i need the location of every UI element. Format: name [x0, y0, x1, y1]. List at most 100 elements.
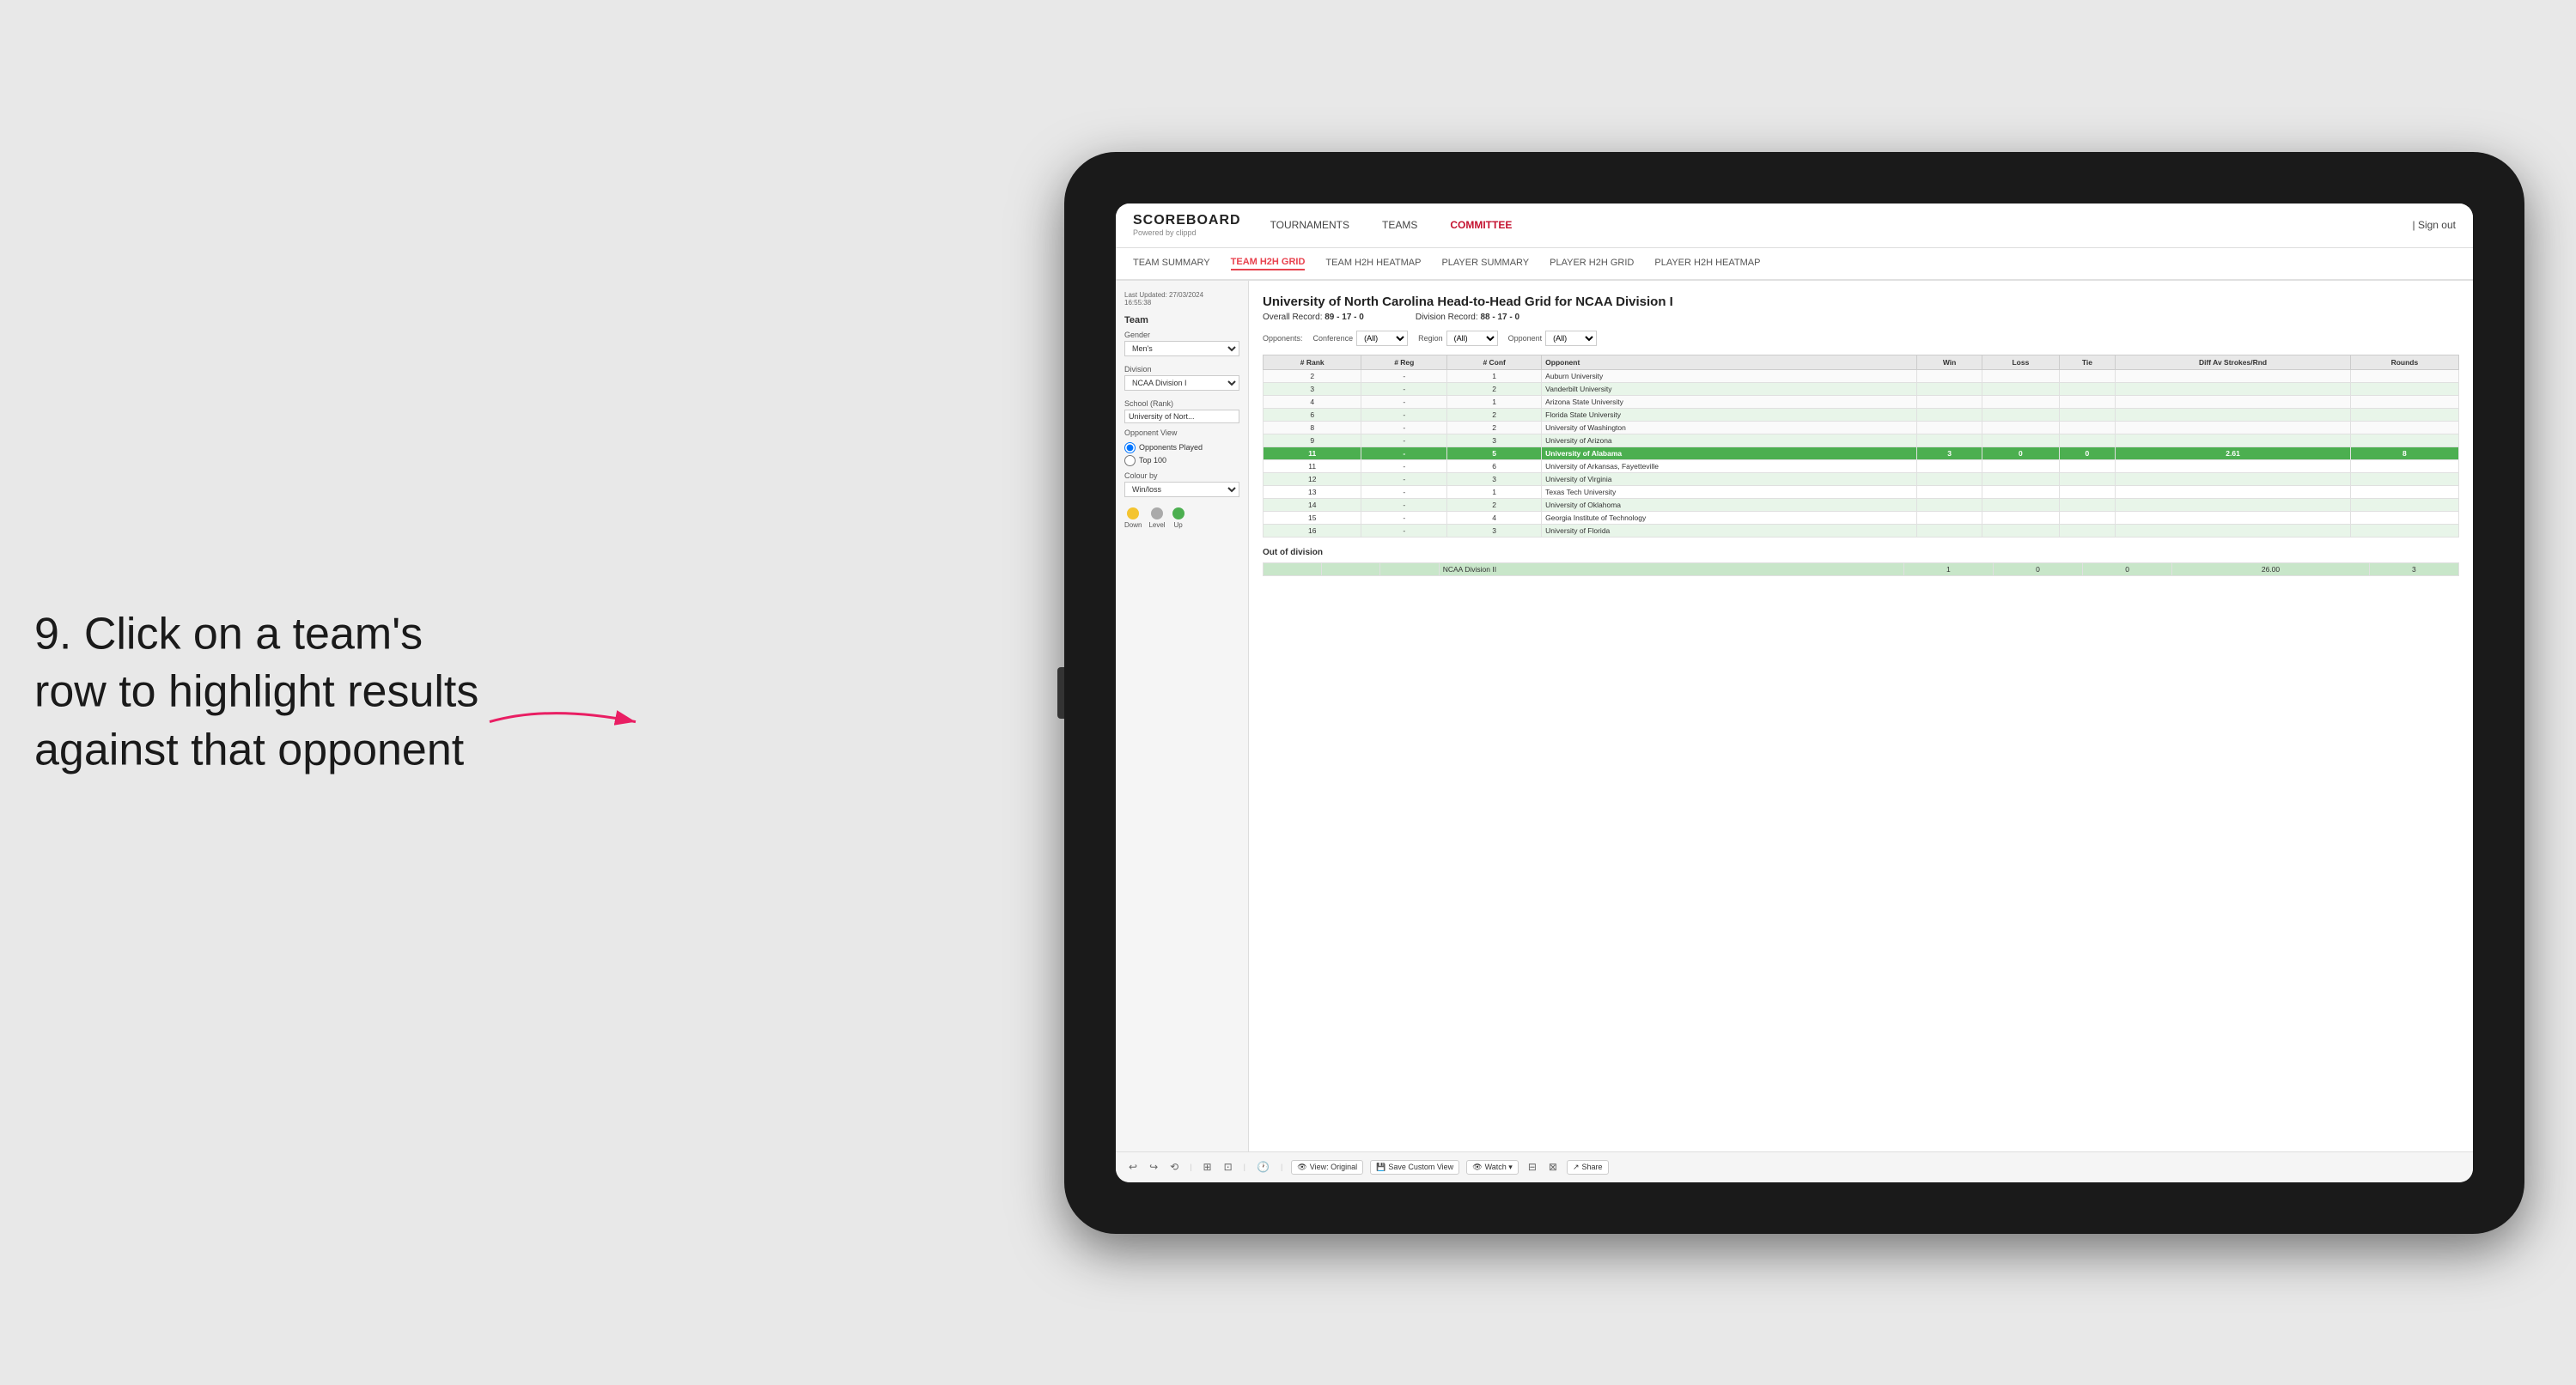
toolbar-clock[interactable]: 🕐	[1254, 1159, 1272, 1175]
toolbar-copy[interactable]: ⊡	[1221, 1159, 1235, 1175]
sub-nav-team-h2h-grid[interactable]: TEAM H2H GRID	[1231, 257, 1306, 270]
sign-out-link[interactable]: | Sign out	[2413, 219, 2457, 231]
toolbar-redo[interactable]: ↪	[1147, 1159, 1160, 1175]
col-conf: # Conf	[1447, 355, 1542, 369]
table-row[interactable]: 13-1Texas Tech University	[1264, 485, 2459, 498]
sidebar-radio-top100[interactable]: Top 100	[1124, 455, 1239, 466]
table-cell-2: 1	[1447, 485, 1542, 498]
table-cell-8: 8	[2350, 446, 2458, 459]
table-cell-3: University of Alabama	[1542, 446, 1917, 459]
table-cell-4	[1917, 498, 1982, 511]
main-content: Last Updated: 27/03/2024 16:55:38 Team G…	[1116, 281, 2473, 1151]
region-filter: Region (All)	[1418, 331, 1498, 346]
table-cell-3: University of Florida	[1542, 524, 1917, 537]
out-div-loss: 0	[1993, 562, 2082, 575]
table-row[interactable]: 15-4Georgia Institute of Technology	[1264, 511, 2459, 524]
sub-nav-player-h2h-grid[interactable]: PLAYER H2H GRID	[1550, 258, 1634, 270]
table-cell-5	[1982, 369, 2059, 382]
h2h-grid-table: # Rank # Reg # Conf Opponent Win Loss Ti…	[1263, 355, 2459, 538]
toolbar-view-btn[interactable]: 👁 View: Original	[1291, 1160, 1363, 1175]
table-cell-5	[1982, 485, 2059, 498]
table-row[interactable]: 8-2University of Washington	[1264, 421, 2459, 434]
toolbar-watch-btn[interactable]: 👁 Watch ▾	[1466, 1160, 1519, 1175]
toolbar-export[interactable]: ⊠	[1546, 1159, 1560, 1175]
table-row[interactable]: 9-3University of Arizona	[1264, 434, 2459, 446]
region-filter-select[interactable]: (All)	[1446, 331, 1498, 346]
logo-area: SCOREBOARD Powered by clippd	[1133, 213, 1241, 237]
sub-nav-player-h2h-heatmap[interactable]: PLAYER H2H HEATMAP	[1654, 258, 1760, 270]
table-cell-4	[1917, 511, 1982, 524]
table-cell-5	[1982, 434, 2059, 446]
table-cell-0: 6	[1264, 408, 1361, 421]
sidebar-school-input[interactable]	[1124, 410, 1239, 423]
nav-link-tournaments[interactable]: TOURNAMENTS	[1267, 219, 1353, 231]
tablet-screen: SCOREBOARD Powered by clippd TOURNAMENTS…	[1116, 203, 2473, 1182]
table-cell-5	[1982, 524, 2059, 537]
toolbar-history[interactable]: ⟲	[1167, 1159, 1181, 1175]
col-rank: # Rank	[1264, 355, 1361, 369]
opponent-filter-select[interactable]: (All)	[1545, 331, 1597, 346]
table-cell-7	[2116, 498, 2351, 511]
table-cell-2: 1	[1447, 395, 1542, 408]
table-cell-2: 1	[1447, 369, 1542, 382]
sub-nav: TEAM SUMMARY TEAM H2H GRID TEAM H2H HEAT…	[1116, 248, 2473, 281]
sidebar-colour-by-label: Colour by	[1124, 471, 1239, 480]
out-div-reg	[1322, 562, 1380, 575]
legend-up: Up	[1172, 507, 1184, 529]
table-row[interactable]: 14-2University of Oklahoma	[1264, 498, 2459, 511]
table-cell-8	[2350, 408, 2458, 421]
toolbar-save-btn[interactable]: 💾 Save Custom View	[1370, 1160, 1459, 1175]
table-cell-8	[2350, 421, 2458, 434]
toolbar-share-btn[interactable]: ↗ Share	[1567, 1160, 1609, 1175]
table-cell-4	[1917, 472, 1982, 485]
table-cell-0: 14	[1264, 498, 1361, 511]
table-cell-7	[2116, 511, 2351, 524]
table-row[interactable]: 16-3University of Florida	[1264, 524, 2459, 537]
table-row[interactable]: 4-1Arizona State University	[1264, 395, 2459, 408]
sidebar-team-label: Team	[1124, 315, 1239, 325]
table-row[interactable]: 11-5University of Alabama3002.618	[1264, 446, 2459, 459]
sub-nav-team-h2h-heatmap[interactable]: TEAM H2H HEATMAP	[1325, 258, 1421, 270]
table-cell-1: -	[1361, 472, 1447, 485]
table-cell-3: Auburn University	[1542, 369, 1917, 382]
conference-filter-select[interactable]: (All)	[1356, 331, 1408, 346]
sidebar: Last Updated: 27/03/2024 16:55:38 Team G…	[1116, 281, 1249, 1151]
table-cell-4	[1917, 459, 1982, 472]
table-row[interactable]: 12-3University of Virginia	[1264, 472, 2459, 485]
step-number: 9.	[34, 609, 71, 659]
sidebar-division-select[interactable]: NCAA Division I	[1124, 375, 1239, 391]
table-cell-7	[2116, 459, 2351, 472]
table-cell-6	[2059, 459, 2116, 472]
table-cell-0: 12	[1264, 472, 1361, 485]
toolbar-clipboard[interactable]: ⊞	[1201, 1159, 1215, 1175]
sidebar-colour-by-select[interactable]: Win/loss	[1124, 482, 1239, 497]
toolbar-presentation[interactable]: ⊟	[1526, 1159, 1539, 1175]
sub-nav-team-summary[interactable]: TEAM SUMMARY	[1133, 258, 1210, 270]
table-cell-4	[1917, 524, 1982, 537]
out-of-division-row[interactable]: NCAA Division II 1 0 0 26.00 3	[1264, 562, 2459, 575]
toolbar-undo[interactable]: ↩	[1126, 1159, 1140, 1175]
table-cell-0: 13	[1264, 485, 1361, 498]
table-row[interactable]: 3-2Vanderbilt University	[1264, 382, 2459, 395]
sub-nav-player-summary[interactable]: PLAYER SUMMARY	[1441, 258, 1529, 270]
sidebar-radio-opponents-played[interactable]: Opponents Played	[1124, 442, 1239, 453]
table-cell-4	[1917, 434, 1982, 446]
table-cell-8	[2350, 498, 2458, 511]
tablet-device: SCOREBOARD Powered by clippd TOURNAMENTS…	[1064, 152, 2524, 1234]
out-div-rank	[1264, 562, 1322, 575]
bottom-toolbar: ↩ ↪ ⟲ | ⊞ ⊡ | 🕐 | 👁 View: Original 💾 Sav…	[1116, 1151, 2473, 1182]
toolbar-save-icon: 💾	[1376, 1163, 1385, 1172]
table-cell-2: 3	[1447, 472, 1542, 485]
table-row[interactable]: 11-6University of Arkansas, Fayetteville	[1264, 459, 2459, 472]
table-cell-2: 5	[1447, 446, 1542, 459]
col-diff: Diff Av Strokes/Rnd	[2116, 355, 2351, 369]
nav-link-committee[interactable]: COMMITTEE	[1446, 219, 1515, 231]
table-row[interactable]: 2-1Auburn University	[1264, 369, 2459, 382]
table-cell-6	[2059, 524, 2116, 537]
sidebar-opponent-view-group: Opponents Played Top 100	[1124, 442, 1239, 466]
sidebar-gender-select[interactable]: Men's	[1124, 341, 1239, 356]
nav-link-teams[interactable]: TEAMS	[1379, 219, 1421, 231]
table-cell-3: University of Virginia	[1542, 472, 1917, 485]
table-row[interactable]: 6-2Florida State University	[1264, 408, 2459, 421]
table-cell-4	[1917, 369, 1982, 382]
